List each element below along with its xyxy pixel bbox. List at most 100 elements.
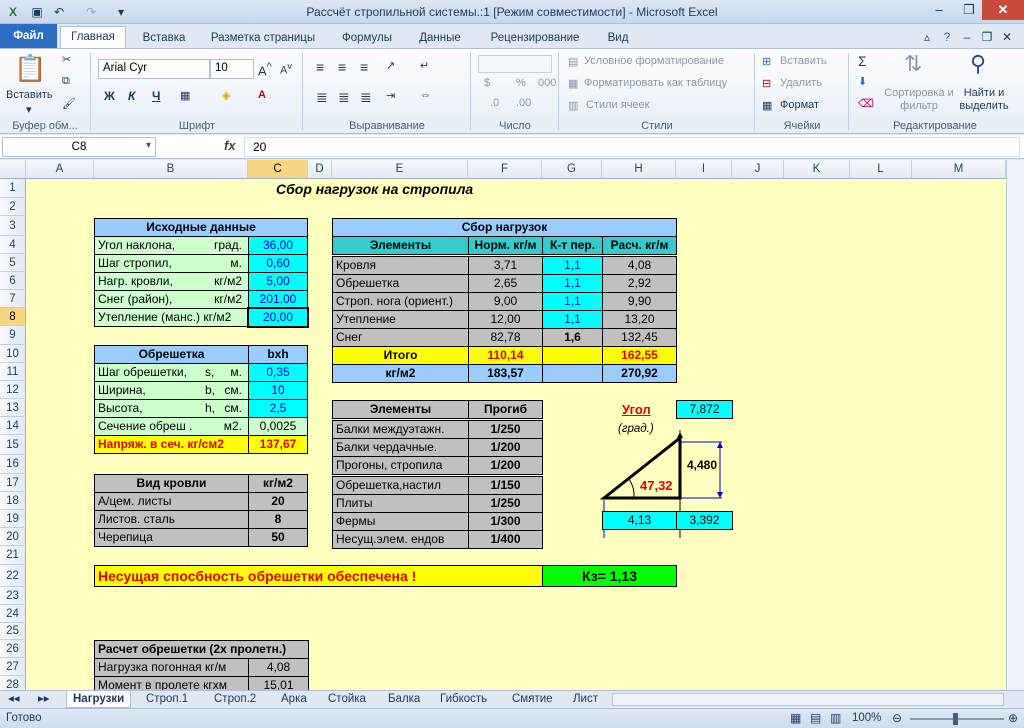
deflection-value[interactable]: 1/400 — [468, 530, 543, 549]
roof-label[interactable]: А/цем. листы — [94, 492, 249, 511]
cell-styles-button[interactable]: Стили ячеек — [586, 99, 649, 111]
zoom-out-icon[interactable]: ⊖ — [892, 711, 902, 725]
loads-name[interactable]: Утепление — [332, 310, 469, 329]
font-size-select[interactable]: 10 — [210, 59, 254, 79]
capacity-kz[interactable]: Кз= 1,13 — [542, 565, 677, 587]
roof-label[interactable]: Листов. сталь — [94, 510, 249, 529]
loads-k[interactable]: 1,1 — [542, 256, 603, 275]
row-header[interactable]: 23 — [0, 587, 26, 605]
deflection-name[interactable]: Балки чердачные. — [332, 438, 469, 457]
deflection-value[interactable]: 1/300 — [468, 512, 543, 531]
input-label[interactable]: Утепление (манс.) кг/м2 — [94, 308, 249, 327]
insert-cells-button[interactable]: Вставить — [780, 55, 827, 67]
clear-icon[interactable]: ⌫ — [858, 97, 874, 110]
row-header[interactable]: 8 — [0, 308, 26, 326]
sheet-tab[interactable]: Лист — [567, 691, 604, 708]
fx-icon[interactable]: fx — [224, 138, 236, 153]
row-header[interactable]: 28 — [0, 676, 26, 690]
row-header[interactable]: 22 — [0, 565, 26, 587]
cond-format-button[interactable]: Условное форматирование — [584, 55, 724, 67]
col-header[interactable]: L — [850, 160, 912, 179]
sheet-tab[interactable]: Строп.1 — [140, 691, 194, 708]
loads-perm-norm[interactable]: 183,57 — [468, 364, 543, 383]
help-icon[interactable]: ? — [938, 28, 956, 46]
deflection-name[interactable]: Балки междуэтажн. — [332, 420, 469, 439]
align-left-icon[interactable]: ≣ — [316, 89, 328, 106]
roof-label[interactable]: Черепица — [94, 528, 249, 547]
row-header[interactable]: 5 — [0, 254, 26, 272]
doc-close-icon[interactable]: ✕ — [998, 28, 1016, 46]
decrease-decimal-icon[interactable]: .00 — [516, 97, 531, 109]
deflection-name[interactable]: Фермы — [332, 512, 469, 531]
doc-minimize-icon[interactable]: – — [958, 28, 976, 46]
row-header[interactable]: 11 — [0, 363, 26, 381]
loads-name[interactable]: Строп. нога (ориент.) — [332, 292, 469, 311]
italic-button[interactable]: К — [128, 89, 135, 103]
worksheet-grid[interactable]: A B C D E F G H I J K L M Сбор нагрузок … — [0, 160, 1024, 690]
name-box-dropdown-icon[interactable]: ▾ — [146, 140, 151, 151]
loads-total-calc[interactable]: 162,55 — [602, 346, 677, 365]
row-header[interactable]: 18 — [0, 492, 26, 510]
deflection-value[interactable]: 1/200 — [468, 438, 543, 457]
merge-icon[interactable]: ⇔ — [420, 89, 431, 101]
col-header[interactable]: F — [468, 160, 542, 179]
zoom-slider-thumb[interactable] — [953, 713, 958, 725]
indent-icon[interactable]: ⇥ — [386, 89, 395, 102]
row-header[interactable]: 13 — [0, 399, 26, 417]
zoom-level[interactable]: 100% — [852, 712, 881, 724]
col-header[interactable]: E — [332, 160, 468, 179]
copy-icon[interactable]: ⧉ — [62, 75, 70, 88]
tab-formulas[interactable]: Формулы — [334, 28, 400, 48]
input-label[interactable]: Угол наклона, град. — [94, 236, 249, 255]
delete-cells-button[interactable]: Удалить — [780, 77, 822, 89]
batten-value[interactable]: 0,0025 — [248, 417, 308, 436]
deflection-name[interactable]: Прогоны, стропила — [332, 456, 469, 475]
row-header[interactable]: 12 — [0, 381, 26, 399]
input-value[interactable]: 0,60 — [248, 254, 308, 273]
col-header[interactable]: A — [26, 160, 94, 179]
calc-label[interactable]: Момент в пролете кгхм — [94, 676, 249, 690]
loads-k[interactable]: 1,1 — [542, 310, 603, 329]
loads-k[interactable]: 1,6 — [542, 328, 603, 347]
loads-norm[interactable]: 3,71 — [468, 256, 543, 275]
row-header[interactable]: 16 — [0, 455, 26, 474]
page-layout-view-icon[interactable]: ▤ — [810, 711, 821, 725]
thousands-icon[interactable]: 000 — [538, 77, 556, 89]
input-label[interactable]: Снег (район), кг/м2 — [94, 290, 249, 309]
loads-calc[interactable]: 9,90 — [602, 292, 677, 311]
calc-value[interactable]: 4,08 — [248, 658, 309, 677]
input-label[interactable]: Нагр. кровли, кг/м2 — [94, 272, 249, 291]
format-table-button[interactable]: Форматировать как таблицу — [584, 77, 727, 89]
grow-font-icon[interactable]: A^ — [258, 61, 272, 78]
shrink-font-icon[interactable]: Av — [280, 61, 292, 77]
tab-view[interactable]: Вид — [598, 28, 638, 48]
roof-value[interactable]: 50 — [248, 528, 308, 547]
col-header[interactable]: K — [784, 160, 850, 179]
autosum-icon[interactable]: Σ — [858, 53, 867, 69]
loads-norm[interactable]: 82,78 — [468, 328, 543, 347]
tab-page-layout[interactable]: Разметка страницы — [204, 28, 322, 48]
sort-filter-button[interactable]: Сортировка и фильтр — [884, 87, 954, 113]
col-header[interactable]: G — [542, 160, 602, 179]
row-header[interactable]: 26 — [0, 640, 26, 658]
loads-calc[interactable]: 4,08 — [602, 256, 677, 275]
close-icon[interactable]: ✕ — [982, 0, 1024, 20]
sheet-tab-active[interactable]: Нагрузки — [66, 691, 132, 708]
loads-total-norm[interactable]: 110,14 — [468, 346, 543, 365]
deflection-name[interactable]: Несущ.элем. ендов — [332, 530, 469, 549]
name-box[interactable]: C8 — [2, 137, 156, 157]
doc-restore-icon[interactable]: ❐ — [978, 28, 996, 46]
sheet-tab[interactable]: Смятие — [506, 691, 559, 708]
row-header[interactable]: 14 — [0, 417, 26, 435]
format-painter-icon[interactable]: 🖌 — [62, 97, 76, 110]
minimize-icon[interactable]: – — [924, 0, 954, 20]
col-header[interactable]: C — [248, 160, 308, 179]
align-right-icon[interactable]: ≣ — [360, 89, 372, 106]
sheet-nav-first-icon[interactable]: ◂◂ — [2, 691, 26, 708]
batten-label[interactable]: Высота, h, см. — [94, 399, 249, 418]
wrap-text-icon[interactable]: ↵ — [420, 59, 429, 72]
row-header[interactable]: 15 — [0, 435, 26, 455]
row-header[interactable]: 19 — [0, 510, 26, 528]
cut-icon[interactable]: ✂ — [62, 53, 71, 66]
ribbon-minimize-icon[interactable]: ▵ — [918, 28, 936, 46]
